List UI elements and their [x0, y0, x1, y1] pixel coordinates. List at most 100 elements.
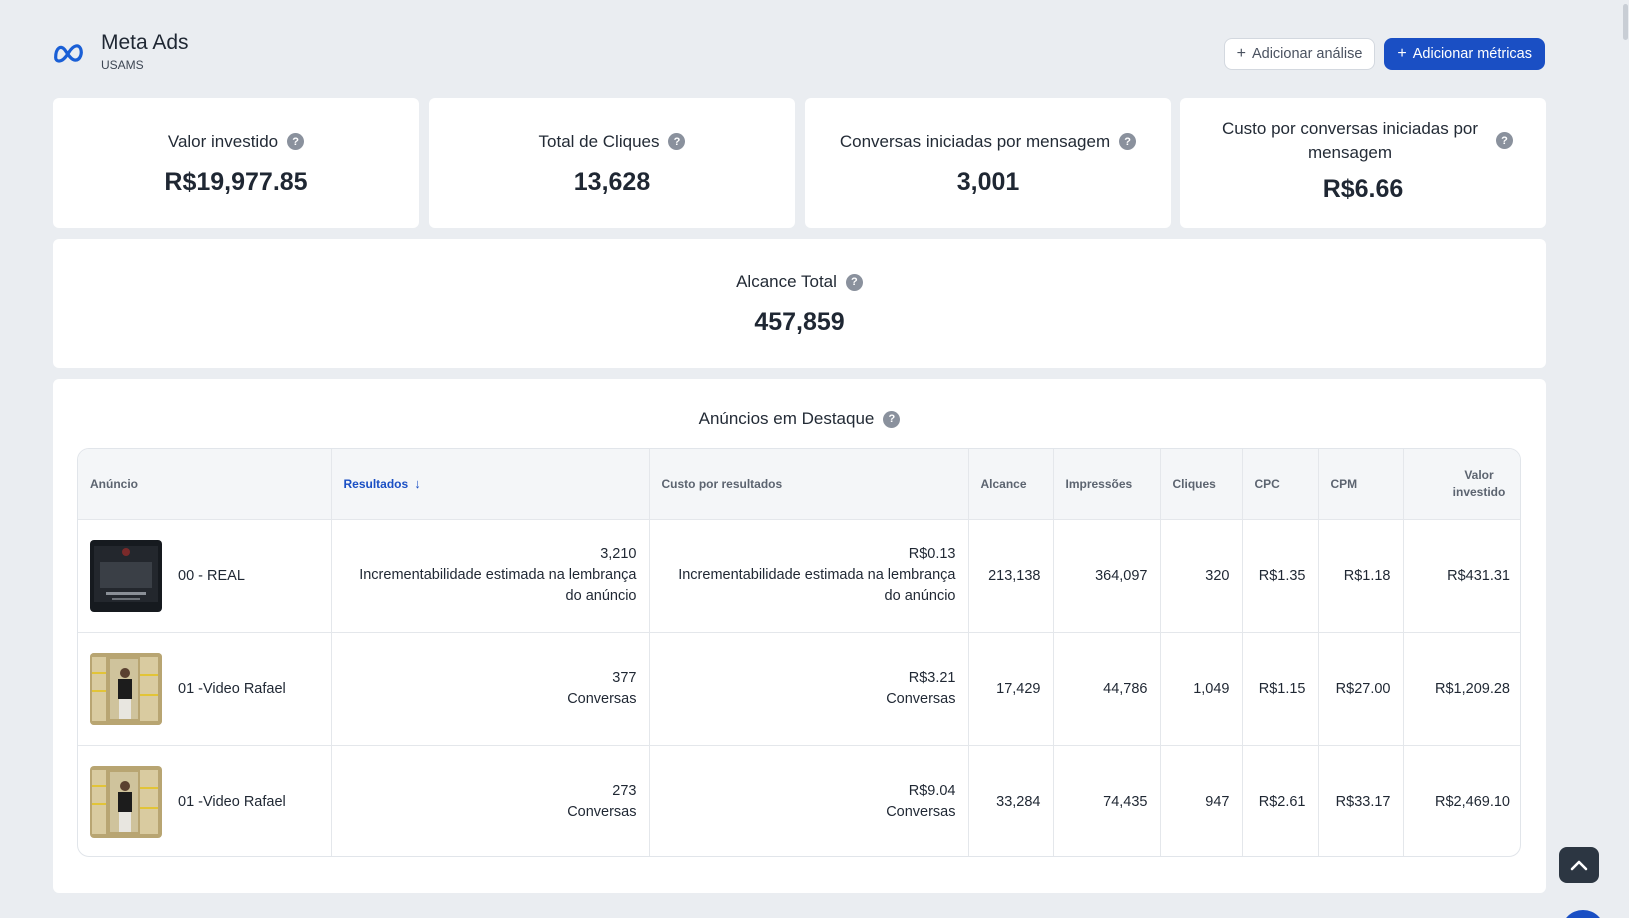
invested-cell: R$431.31: [1403, 519, 1520, 633]
ad-name: 01 -Video Rafael: [178, 793, 286, 810]
kpi-card-conversations: Conversas iniciadas por mensagem ? 3,001: [805, 98, 1171, 228]
clicks-cell: 1,049: [1160, 632, 1243, 746]
reach-cell: 33,284: [968, 745, 1054, 856]
clicks-cell: 320: [1160, 519, 1243, 633]
cost-per-result-cell: R$9.04 Conversas: [649, 745, 969, 856]
kpi-card-invested: Valor investido ? R$19,977.85: [53, 98, 419, 228]
app-title: Meta Ads: [101, 31, 189, 54]
cost-type: Conversas: [886, 690, 956, 707]
ad-thumbnail[interactable]: [90, 539, 162, 612]
cpc-cell: R$1.35: [1242, 519, 1319, 633]
scrollbar-thumb[interactable]: [1623, 4, 1628, 40]
cost-type: Incrementabilidade estimada na lembrança…: [678, 567, 956, 604]
column-header-cost-per-result[interactable]: Custo por resultados: [649, 449, 969, 520]
arrow-down-icon: ↓: [414, 476, 421, 492]
help-icon[interactable]: ?: [845, 273, 863, 291]
kpi-value: 13,628: [573, 167, 651, 196]
cpc-cell: R$1.15: [1242, 632, 1319, 746]
kpi-card-reach: Alcance Total ? 457,859: [53, 239, 1546, 368]
invested-cell: R$1,209.28: [1403, 632, 1520, 746]
impressions-cell: 364,097: [1053, 519, 1161, 633]
cost-type: Conversas: [886, 803, 956, 820]
results-type: Conversas: [567, 690, 637, 707]
column-header-results[interactable]: Resultados ↓: [331, 449, 650, 520]
column-header-cpm[interactable]: CPM: [1318, 449, 1404, 520]
featured-ads-title: Anúncios em Destaque ?: [53, 409, 1546, 429]
reach-cell: 17,429: [968, 632, 1054, 746]
chat-button[interactable]: [1561, 910, 1605, 918]
help-icon[interactable]: ?: [1496, 132, 1513, 149]
plus-icon: +: [1236, 45, 1246, 62]
column-header-reach[interactable]: Alcance: [968, 449, 1054, 520]
table-row[interactable]: 01 -Video Rafael 377 Conversas R$3.21 Co…: [78, 632, 1520, 746]
column-header-label: Valor investido: [1452, 467, 1506, 499]
kpi-value: 457,859: [754, 308, 845, 336]
page: Meta Ads USAMS + Adicionar análise + Adi…: [0, 0, 1629, 918]
cost-per-result-cell: R$0.13 Incrementabilidade estimada na le…: [649, 519, 969, 633]
scrollbar-track[interactable]: [1623, 0, 1629, 918]
results-value: 377: [612, 669, 637, 686]
impressions-cell: 74,435: [1053, 745, 1161, 856]
column-header-invested[interactable]: Valor investido: [1403, 449, 1520, 520]
featured-ads-card: Anúncios em Destaque ? Anúncio Resultado…: [53, 379, 1546, 893]
meta-logo-icon: [54, 44, 83, 63]
kpi-label: Custo por conversas iniciadas por mensag…: [1221, 118, 1479, 162]
table-row[interactable]: 01 -Video Rafael 273 Conversas R$9.04 Co…: [78, 745, 1520, 856]
table-header-row: Anúncio Resultados ↓ Custo por resultados…: [78, 449, 1520, 520]
results-cell: 3,210 Incrementabilidade estimada na lem…: [331, 519, 650, 633]
column-header-label: Resultados: [343, 477, 409, 492]
ad-name: 01 -Video Rafael: [178, 680, 286, 697]
kpi-value: R$6.66: [1322, 174, 1404, 203]
results-cell: 273 Conversas: [331, 745, 650, 856]
help-icon[interactable]: ?: [287, 133, 305, 150]
featured-ads-table: Anúncio Resultados ↓ Custo por resultados…: [77, 448, 1521, 857]
table-row[interactable]: 00 - REAL 3,210 Incrementabilidade estim…: [78, 519, 1520, 633]
cpm-cell: R$27.00: [1318, 632, 1404, 746]
impressions-cell: 44,786: [1053, 632, 1161, 746]
cpm-cell: R$1.18: [1318, 519, 1404, 633]
cost-value: R$3.21: [908, 669, 956, 686]
header-actions: + Adicionar análise + Adicionar métricas: [1223, 38, 1545, 70]
kpi-value: R$19,977.85: [164, 167, 308, 196]
add-metrics-label: Adicionar métricas: [1412, 46, 1532, 62]
kpi-card-cost-per-conversation: Custo por conversas iniciadas por mensag…: [1180, 98, 1546, 228]
results-cell: 377 Conversas: [331, 632, 650, 746]
invested-cell: R$2,469.10: [1435, 793, 1510, 810]
cost-per-result-cell: R$3.21 Conversas: [649, 632, 969, 746]
column-header-impressions[interactable]: Impressões: [1053, 449, 1161, 520]
results-type: Conversas: [567, 803, 637, 820]
results-value: 273: [612, 782, 637, 799]
header: Meta Ads USAMS + Adicionar análise + Adi…: [53, 30, 1545, 80]
add-metrics-button[interactable]: + Adicionar métricas: [1384, 38, 1545, 70]
help-icon[interactable]: ?: [668, 133, 686, 150]
kpi-value: 3,001: [956, 167, 1020, 196]
column-header-cpc[interactable]: CPC: [1242, 449, 1319, 520]
cost-value: R$0.13: [908, 546, 956, 562]
clicks-cell: 947: [1160, 745, 1243, 856]
chevron-up-icon: [1570, 860, 1588, 871]
column-header-ad[interactable]: Anúncio: [78, 449, 332, 520]
add-analysis-button[interactable]: + Adicionar análise: [1223, 38, 1376, 70]
cost-value: R$9.04: [908, 782, 956, 799]
kpi-label: Valor investido: [167, 131, 279, 151]
kpi-label: Conversas iniciadas por mensagem: [839, 131, 1111, 151]
help-icon[interactable]: ?: [883, 410, 901, 428]
kpi-card-clicks: Total de Cliques ? 13,628: [429, 98, 795, 228]
kpi-label: Total de Cliques: [538, 131, 660, 151]
help-icon[interactable]: ?: [1119, 133, 1137, 150]
cpc-cell: R$2.61: [1242, 745, 1319, 856]
account-name: USAMS: [101, 58, 144, 72]
plus-icon: +: [1397, 45, 1407, 62]
add-analysis-label: Adicionar análise: [1251, 46, 1363, 62]
ad-thumbnail[interactable]: [90, 765, 162, 838]
results-type: Incrementabilidade estimada na lembrança…: [359, 567, 637, 604]
cpm-cell: R$33.17: [1318, 745, 1404, 856]
ad-name: 00 - REAL: [178, 567, 245, 584]
section-title: Anúncios em Destaque: [698, 409, 875, 428]
ad-thumbnail[interactable]: [90, 652, 162, 725]
kpi-label: Alcance Total: [736, 272, 837, 291]
scroll-to-top-button[interactable]: [1559, 847, 1599, 883]
reach-cell: 213,138: [968, 519, 1054, 633]
results-value: 3,210: [600, 546, 637, 562]
column-header-clicks[interactable]: Cliques: [1160, 449, 1243, 520]
